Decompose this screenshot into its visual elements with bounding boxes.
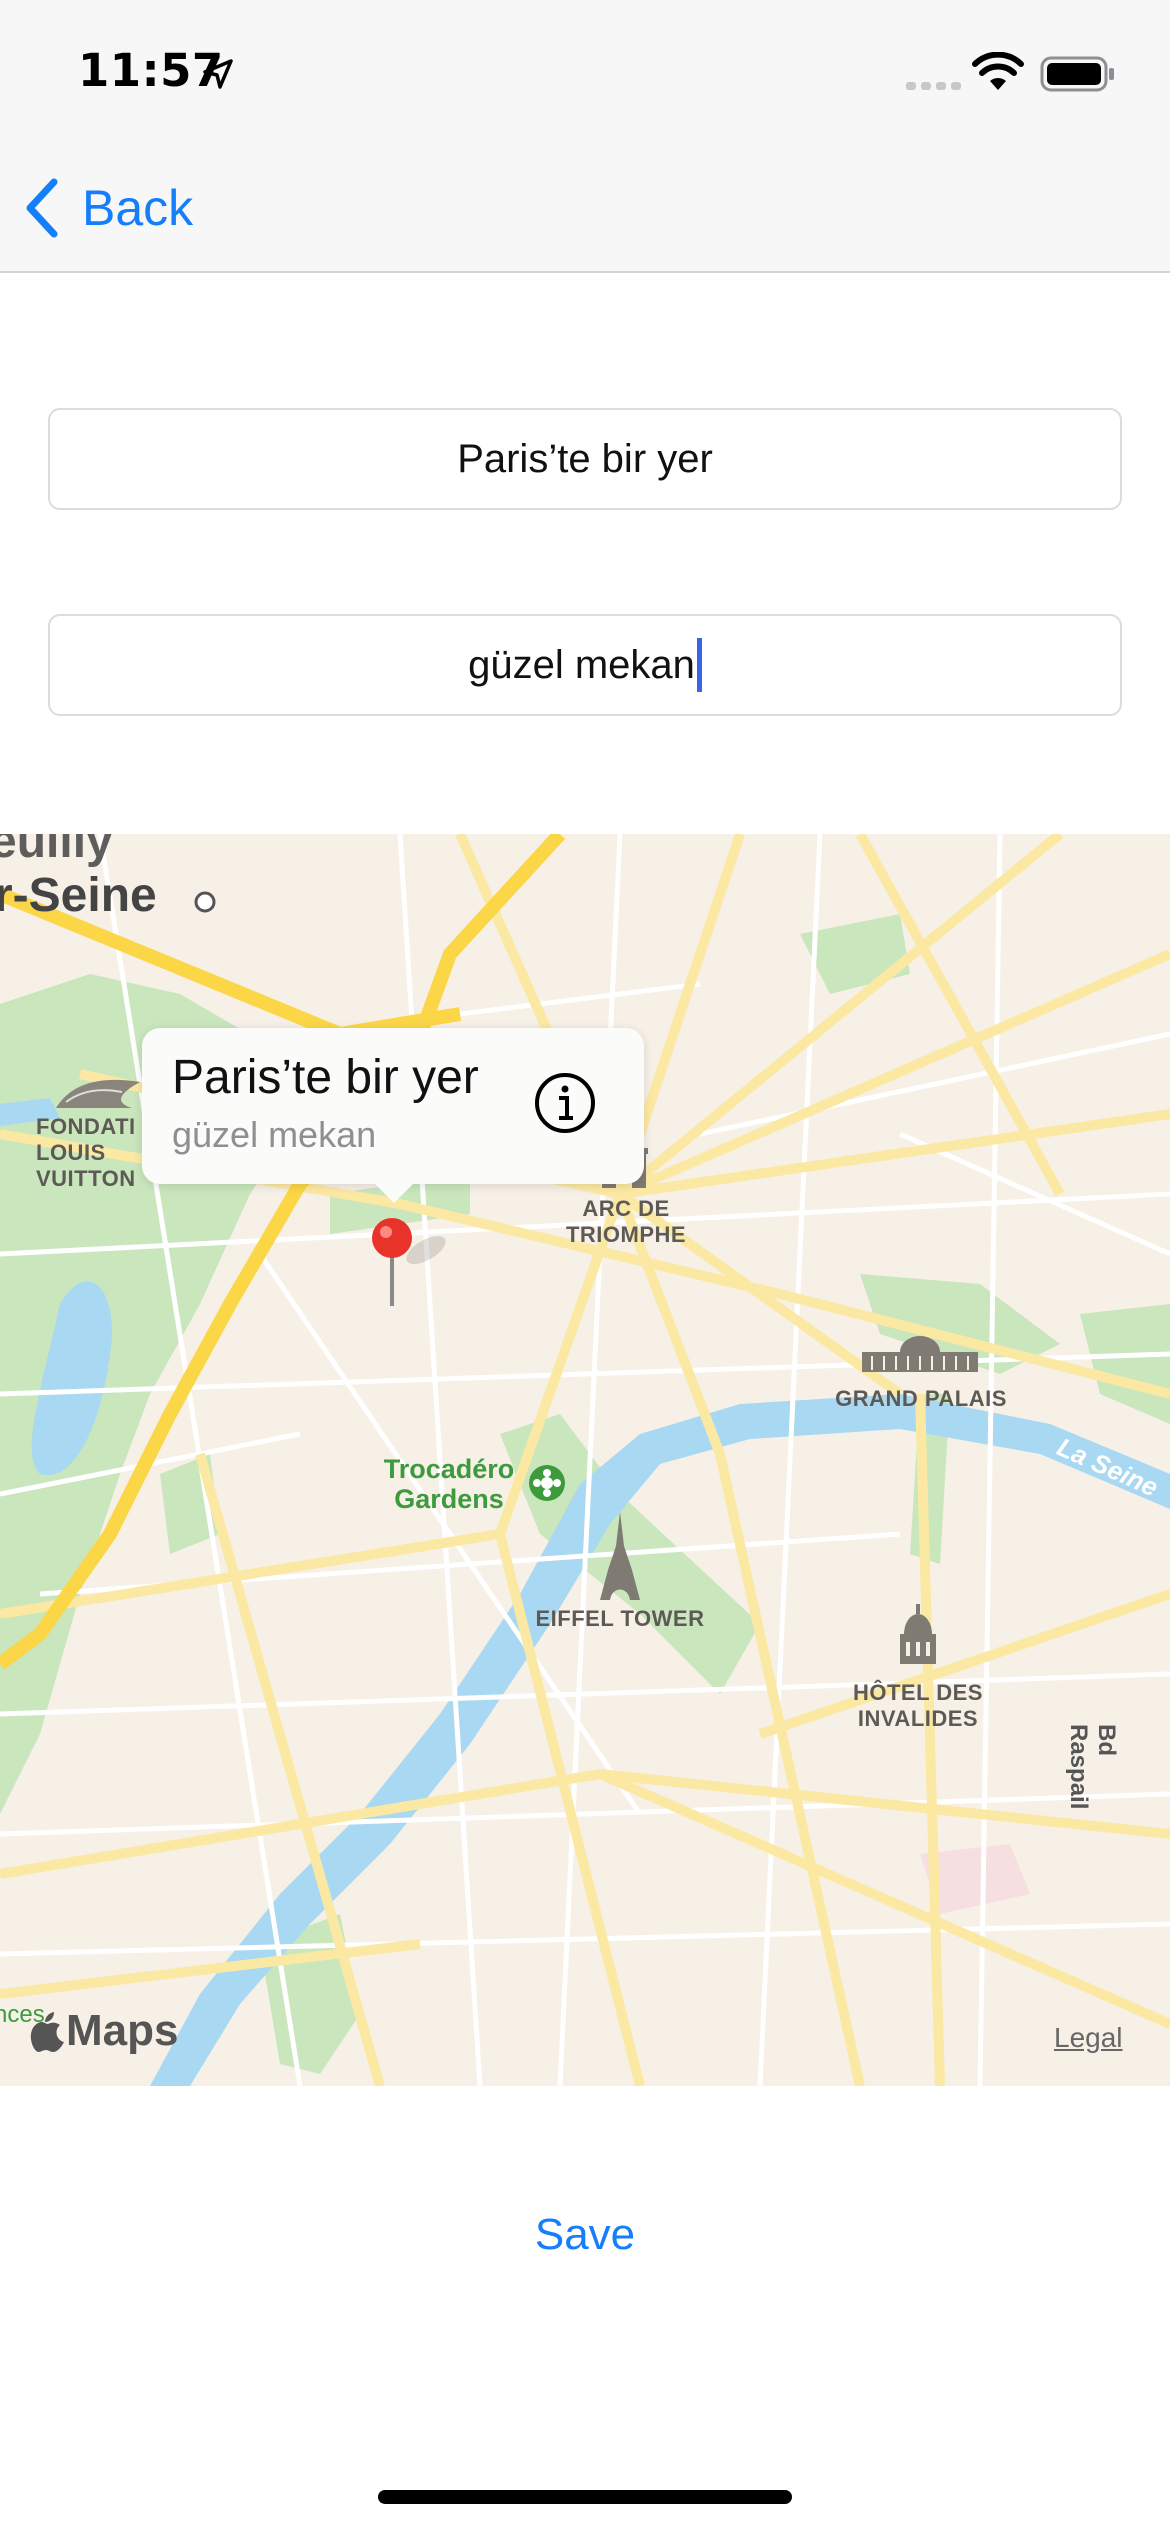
subtitle-field[interactable]: güzel mekan [48,614,1122,716]
map-callout[interactable]: Paris’te bir yer güzel mekan [142,1028,644,1184]
back-label: Back [82,180,194,236]
maps-attribution: Maps [30,2006,178,2056]
map-view[interactable]: euilly r-Seine FONDATI LOUIS VUITTON ARC… [0,834,1170,2086]
wifi-icon [972,52,1024,90]
callout-subtitle: güzel mekan [172,1114,377,1155]
legal-link[interactable]: Legal [1054,2022,1123,2054]
map-label-eiffel: EIFFEL TOWER [535,1606,705,1631]
callout-tail [372,1181,416,1203]
map-label-invalides: HÔTEL DES INVALIDES [852,1680,983,1731]
fondation-landmark-icon [56,1079,140,1108]
maps-attribution-text: Maps [66,2006,179,2055]
battery-icon [1040,56,1114,92]
map-pin-icon[interactable] [366,1214,466,1314]
grand-palais-icon [862,1336,978,1372]
map-label-arc: ARC DE TRIOMPHE [565,1196,687,1247]
map-label-grand-palais: GRAND PALAIS [835,1386,1007,1411]
navigation-bar: 11:57 Back [0,0,1170,273]
text-cursor [696,638,702,692]
cellular-signal-icon [906,82,961,90]
chevron-left-icon [26,178,58,238]
callout-title: Paris’te bir yer [172,1051,479,1104]
map-label-neuilly: euilly [0,834,113,868]
map-base [0,834,1170,2086]
apple-logo-icon [30,2012,64,2052]
garden-icon [529,1465,565,1501]
map-label-trocadero: Trocadéro Gardens [383,1454,515,1514]
title-field-value: Paris’te bir yer [457,436,713,481]
eiffel-tower-icon [600,1512,640,1600]
invalides-icon [900,1604,936,1664]
info-icon[interactable] [534,1072,596,1134]
location-arrow-icon [203,59,233,89]
back-button[interactable]: Back [20,168,220,248]
map-label-fondation: FONDATI LOUIS VUITTON [36,1114,136,1191]
map-label-sur-seine: r-Seine [0,869,157,922]
home-indicator [378,2490,792,2504]
save-button[interactable]: Save [0,2210,1170,2260]
map-label-bd-raspail: Bd Raspail [1065,1724,1120,1810]
subtitle-field-value: güzel mekan [468,642,695,687]
title-field[interactable]: Paris’te bir yer [48,408,1122,510]
